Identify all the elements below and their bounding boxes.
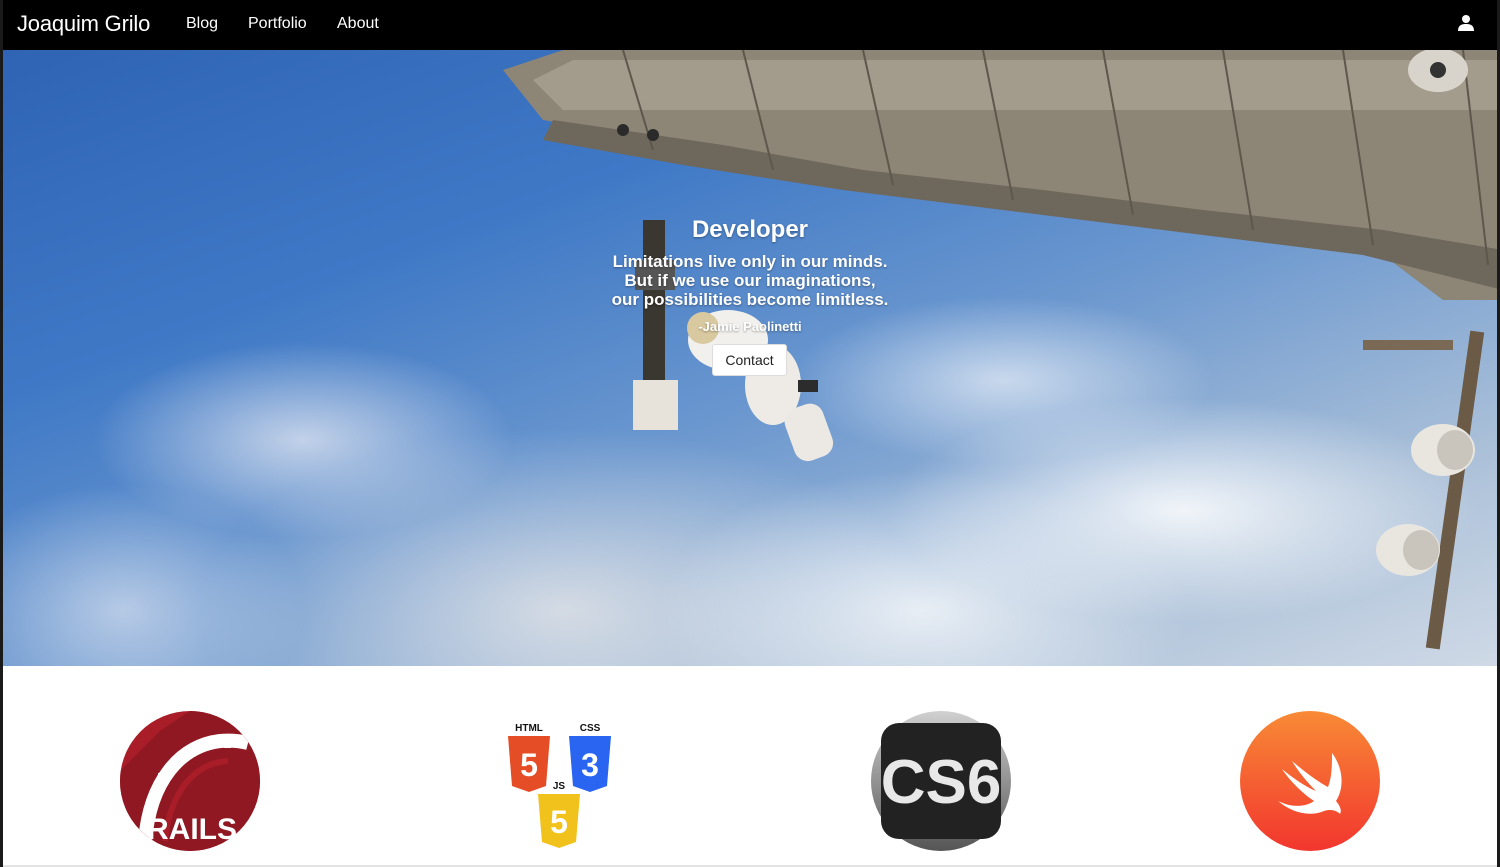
cs6-logo: CS6 xyxy=(871,711,1011,851)
navbar: Joaquim Grilo Blog Portfolio About xyxy=(0,0,1500,50)
js-label: JS xyxy=(553,781,566,792)
cs6-logo-text: CS6 xyxy=(881,748,1002,817)
rails-logo-text: RAILS xyxy=(147,813,237,846)
hero-quote: Limitations live only in our minds. But … xyxy=(3,252,1497,309)
html5-number: 5 xyxy=(520,747,538,783)
window-left-edge xyxy=(0,0,3,867)
contact-button[interactable]: Contact xyxy=(712,344,787,376)
brand-link[interactable]: Joaquim Grilo xyxy=(17,11,150,37)
css-label: CSS xyxy=(580,723,601,734)
web-stack-logo: HTML 5 CSS 3 JS 5 xyxy=(508,723,611,848)
hero-title: Developer xyxy=(691,216,809,243)
user-icon[interactable] xyxy=(1457,14,1475,32)
nav-link-about[interactable]: About xyxy=(337,15,379,33)
js-number: 5 xyxy=(550,804,568,840)
hero-content: Developer Limitations live only in our m… xyxy=(3,50,1497,666)
css3-number: 3 xyxy=(581,747,599,783)
hero-banner: Developer Limitations live only in our m… xyxy=(3,50,1497,666)
quote-line-2: But if we use our imaginations, xyxy=(624,271,876,290)
quote-author: -Jamie Paolinetti xyxy=(698,319,802,334)
nav-link-portfolio[interactable]: Portfolio xyxy=(248,15,307,33)
quote-line-1: Limitations live only in our minds. xyxy=(612,252,888,271)
html-label: HTML xyxy=(515,723,543,734)
rails-logo: RAILS xyxy=(120,711,260,851)
swift-logo xyxy=(1240,711,1380,851)
nav-link-blog[interactable]: Blog xyxy=(186,15,218,33)
skills-section: RAILS HTML 5 CSS 3 JS 5 CS6 xyxy=(3,666,1497,867)
quote-line-3: our possibilities become limitless. xyxy=(611,290,889,309)
